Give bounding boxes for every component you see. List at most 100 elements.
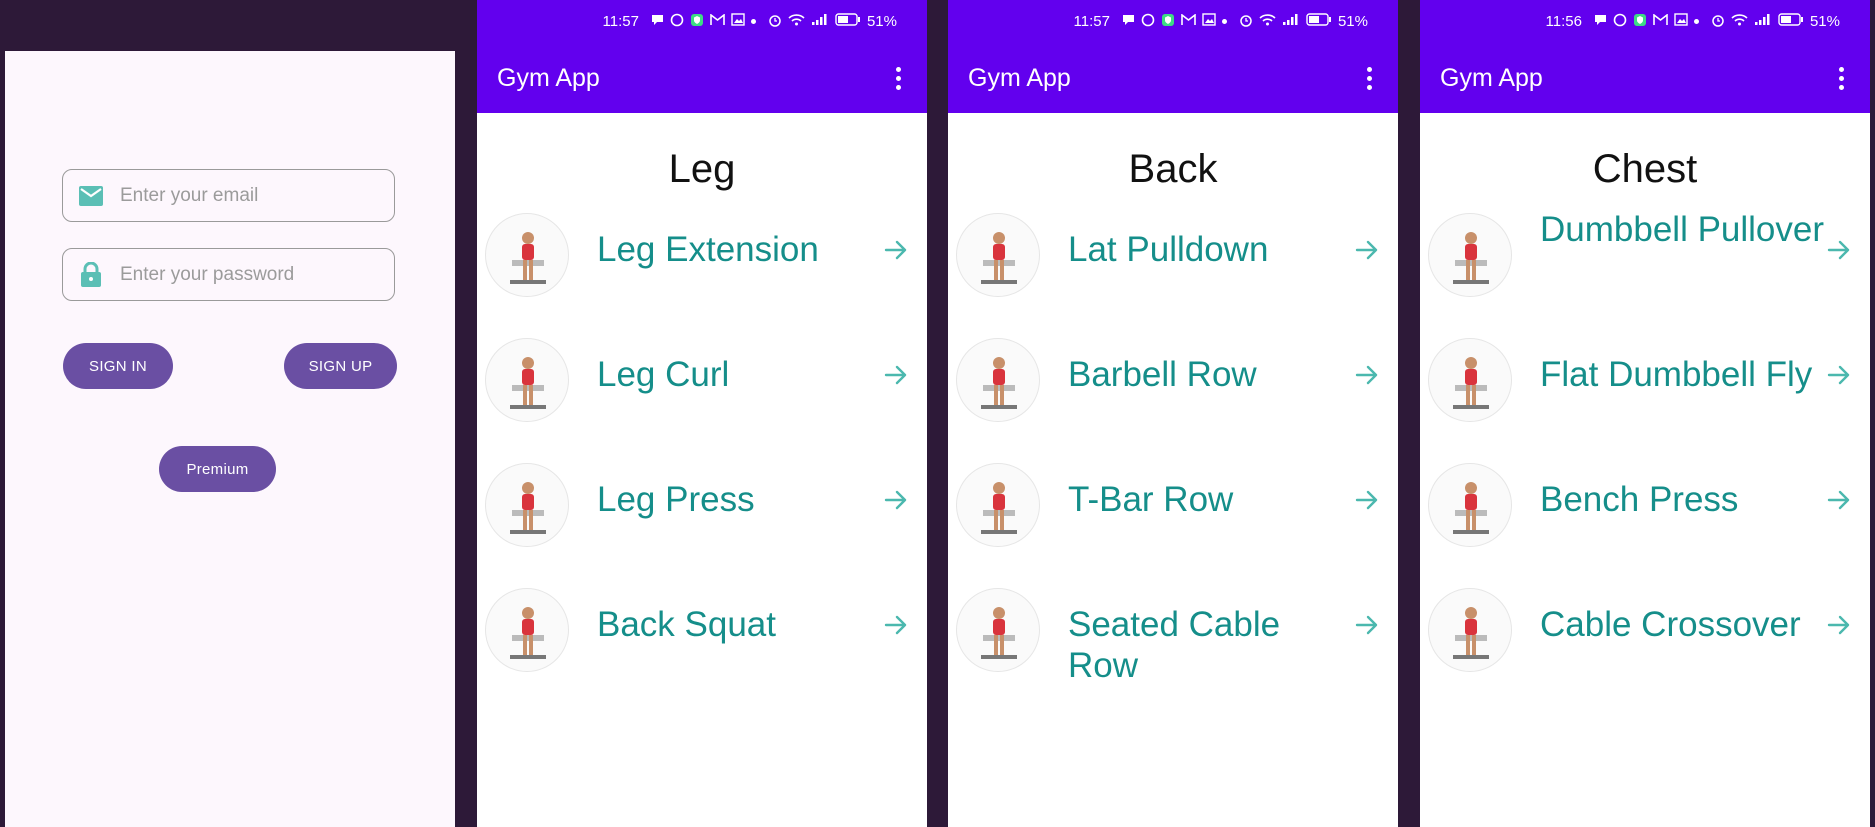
sign-in-button[interactable]: SIGN IN xyxy=(63,343,173,389)
lock-icon xyxy=(78,261,104,288)
premium-button[interactable]: Premium xyxy=(159,446,276,492)
shield-icon xyxy=(1633,13,1647,31)
gallery-icon xyxy=(1674,13,1688,30)
alarm-icon xyxy=(768,13,782,31)
arrow-right-icon[interactable] xyxy=(1826,487,1852,513)
exercise-list-item[interactable]: Dumbbell Pullover xyxy=(1420,210,1870,338)
exercise-list-item[interactable]: Barbell Row xyxy=(948,338,1398,463)
exercise-thumbnail xyxy=(1428,338,1512,422)
exercise-list-screen: 11:56 51% Gym App Chest Dumbbell Pullove… xyxy=(1420,0,1870,827)
gallery-icon xyxy=(731,13,745,30)
alarm-icon xyxy=(1239,13,1253,31)
arrow-right-icon[interactable] xyxy=(1354,237,1380,263)
exercise-name: Leg Extension xyxy=(597,230,819,269)
exercise-list-item[interactable]: Flat Dumbbell Fly xyxy=(1420,338,1870,463)
exercise-name: Barbell Row xyxy=(1068,355,1257,394)
exercise-thumbnail xyxy=(485,588,569,672)
exercise-list-item[interactable]: Back Squat xyxy=(477,588,927,713)
exercise-name: Flat Dumbbell Fly xyxy=(1540,355,1813,394)
app-title: Gym App xyxy=(968,63,1071,92)
exercise-list-item[interactable]: Leg Extension xyxy=(477,213,927,338)
arrow-right-icon[interactable] xyxy=(883,612,909,638)
exercise-list: Dumbbell Pullover Flat Dumbbell Fly Benc… xyxy=(1420,210,1870,713)
exercise-list-item[interactable]: T-Bar Row xyxy=(948,463,1398,588)
exercise-thumbnail xyxy=(485,463,569,547)
app-bar: Gym App xyxy=(477,43,927,113)
exercise-list: Leg Extension Leg Curl Leg Press Back Sq… xyxy=(477,213,927,713)
battery-percent: 51% xyxy=(1337,13,1368,30)
exercise-list-screen: 11:57 51% Gym App Leg Leg Extension Leg … xyxy=(477,0,927,827)
status-bar: 11:57 51% xyxy=(948,0,1398,43)
notification-icons xyxy=(1122,13,1227,31)
notification-icons xyxy=(651,13,756,31)
exercise-thumbnail xyxy=(956,338,1040,422)
exercise-list-item[interactable]: Cable Crossover xyxy=(1420,588,1870,713)
exercise-list-item[interactable]: Bench Press xyxy=(1420,463,1870,588)
exercise-name: Leg Curl xyxy=(597,355,730,394)
exercise-list-item[interactable]: Seated Cable Row xyxy=(948,588,1398,713)
overflow-menu-icon[interactable] xyxy=(890,63,907,94)
exercise-name: Lat Pulldown xyxy=(1068,230,1269,269)
exercise-thumbnail xyxy=(485,338,569,422)
exercise-list-item[interactable]: Leg Curl xyxy=(477,338,927,463)
exercise-thumbnail xyxy=(485,213,569,297)
overflow-menu-icon[interactable] xyxy=(1361,63,1378,94)
arrow-right-icon[interactable] xyxy=(883,487,909,513)
exercise-list-item[interactable]: Leg Press xyxy=(477,463,927,588)
gmail-icon xyxy=(710,13,725,30)
arrow-right-icon[interactable] xyxy=(883,237,909,263)
battery-percent: 51% xyxy=(1809,13,1840,30)
exercise-thumbnail xyxy=(956,588,1040,672)
arrow-right-icon[interactable] xyxy=(1826,237,1852,263)
wifi-icon xyxy=(1259,13,1276,30)
sign-up-button[interactable]: SIGN UP xyxy=(284,343,397,389)
shield-icon xyxy=(1161,13,1175,31)
more-notifications-dot xyxy=(750,19,756,24)
gallery-icon xyxy=(1202,13,1216,30)
system-icons xyxy=(1711,13,1804,31)
exercise-thumbnail xyxy=(956,463,1040,547)
exercise-thumbnail xyxy=(1428,463,1512,547)
whatsapp-icon xyxy=(1613,13,1627,31)
exercise-name: Back Squat xyxy=(597,605,776,644)
chat-icon xyxy=(1594,13,1607,30)
battery-icon xyxy=(835,13,861,30)
exercise-name: Cable Crossover xyxy=(1540,605,1801,644)
shield-icon xyxy=(690,13,704,31)
exercise-thumbnail xyxy=(956,213,1040,297)
more-notifications-dot xyxy=(1221,19,1227,24)
exercise-name: Seated Cable Row xyxy=(1068,605,1281,685)
arrow-right-icon[interactable] xyxy=(1826,612,1852,638)
password-field[interactable]: Enter your password xyxy=(62,248,395,301)
chat-icon xyxy=(1122,13,1135,30)
whatsapp-icon xyxy=(1141,13,1155,31)
arrow-right-icon[interactable] xyxy=(883,362,909,388)
exercise-list: Lat Pulldown Barbell Row T-Bar Row Seate… xyxy=(948,213,1398,713)
app-title: Gym App xyxy=(497,63,600,92)
gmail-icon xyxy=(1653,13,1668,30)
overflow-menu-icon[interactable] xyxy=(1833,63,1850,94)
signal-icon xyxy=(1282,13,1300,30)
email-field[interactable]: Enter your email xyxy=(62,169,395,222)
app-title: Gym App xyxy=(1440,63,1543,92)
arrow-right-icon[interactable] xyxy=(1354,362,1380,388)
system-icons xyxy=(1239,13,1332,31)
whatsapp-icon xyxy=(670,13,684,31)
app-bar: Gym App xyxy=(1420,43,1870,113)
app-bar: Gym App xyxy=(948,43,1398,113)
arrow-right-icon[interactable] xyxy=(1354,487,1380,513)
battery-percent: 51% xyxy=(866,13,897,30)
status-time: 11:56 xyxy=(1545,13,1582,30)
login-screen: Enter your email Enter your password SIG… xyxy=(5,51,455,827)
password-placeholder: Enter your password xyxy=(120,263,295,285)
exercise-list-screen: 11:57 51% Gym App Back Lat Pulldown Barb… xyxy=(948,0,1398,827)
gmail-icon xyxy=(1181,13,1196,30)
arrow-right-icon[interactable] xyxy=(1354,612,1380,638)
arrow-right-icon[interactable] xyxy=(1826,362,1852,388)
notification-icons xyxy=(1594,13,1699,31)
alarm-icon xyxy=(1711,13,1725,31)
exercise-list-item[interactable]: Lat Pulldown xyxy=(948,213,1398,338)
status-bar: 11:56 51% xyxy=(1420,0,1870,43)
more-notifications-dot xyxy=(1693,19,1699,24)
status-bar: 11:57 51% xyxy=(477,0,927,43)
